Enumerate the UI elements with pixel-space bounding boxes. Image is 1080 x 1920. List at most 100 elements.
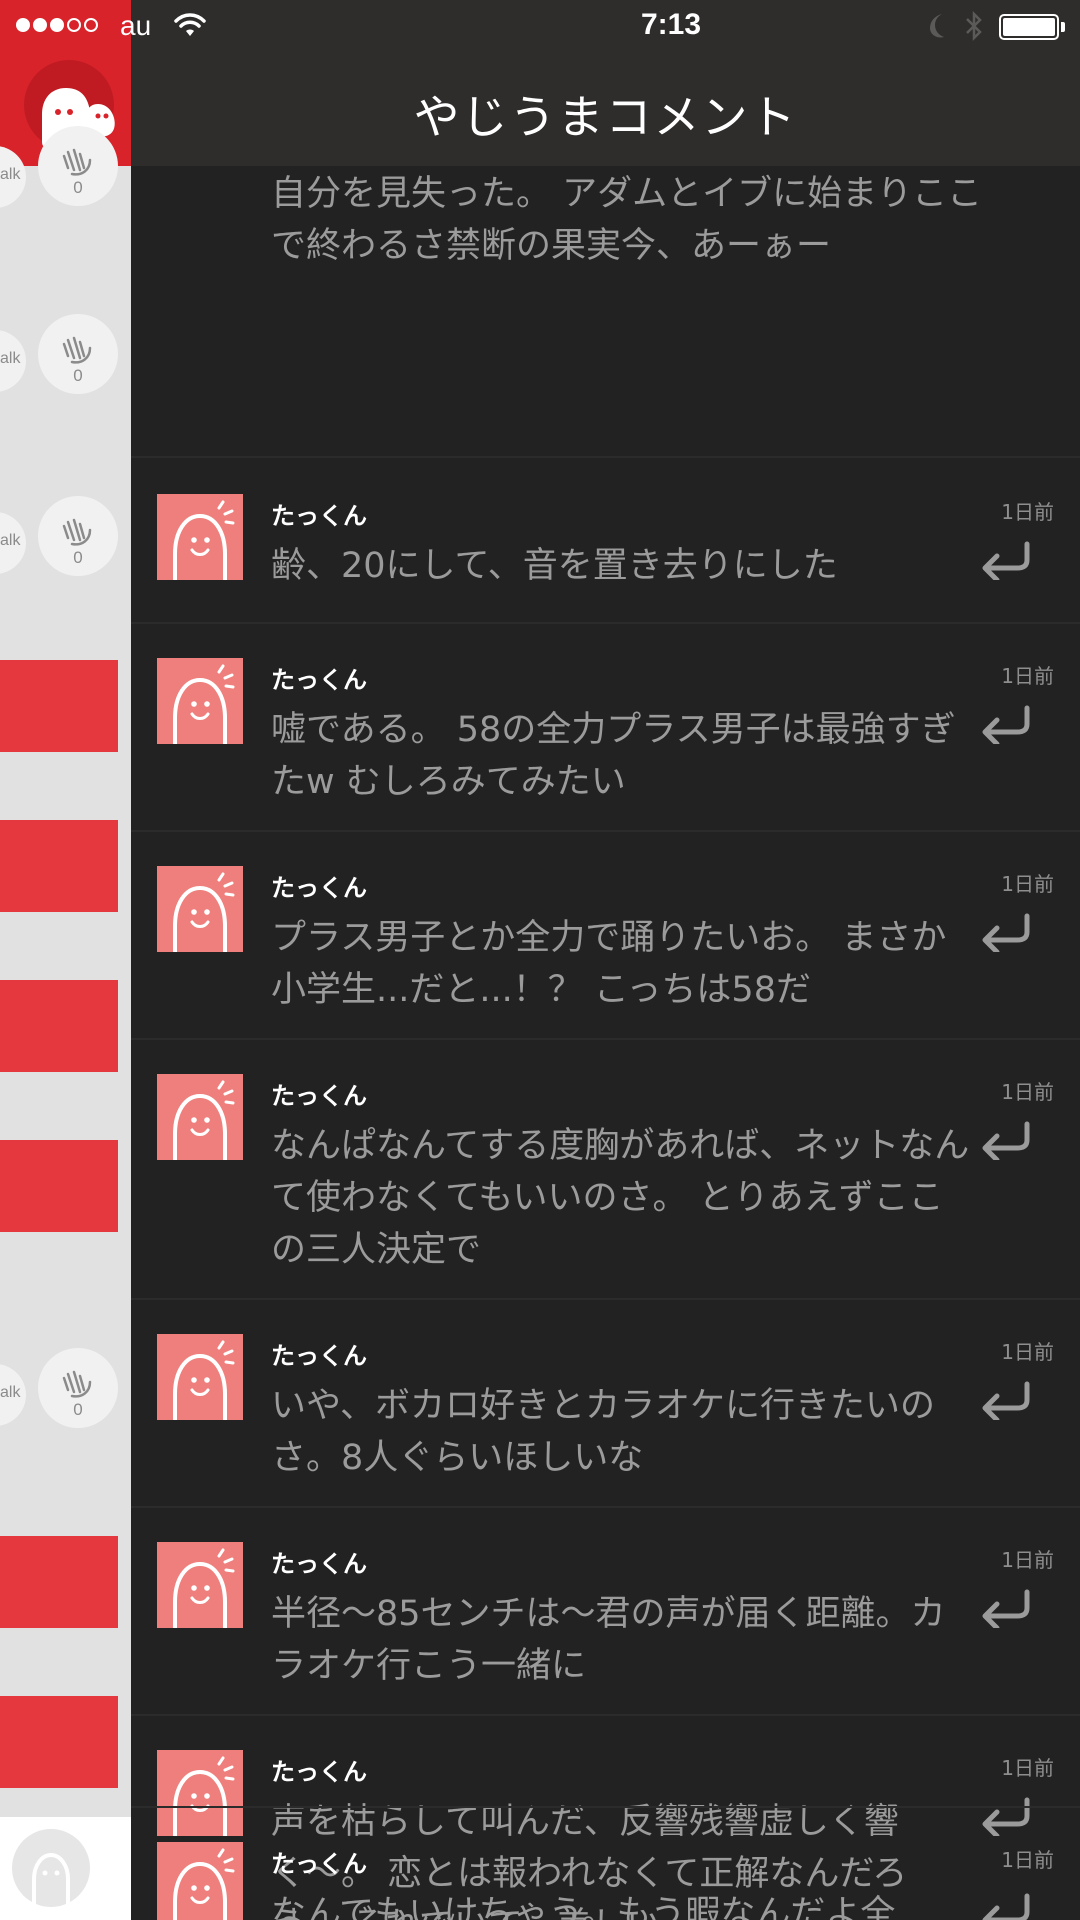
my-profile-box[interactable] — [0, 1817, 131, 1920]
reply-icon[interactable] — [977, 540, 1033, 580]
wifi-icon — [174, 13, 206, 36]
user-avatar[interactable] — [157, 1334, 243, 1420]
comment-username[interactable]: たっくん — [271, 1752, 367, 1787]
clap-count: 0 — [73, 366, 83, 385]
reply-icon[interactable] — [977, 1892, 1033, 1920]
carrier-name: au — [120, 10, 152, 41]
clap-button[interactable]: 0 — [38, 496, 118, 576]
talk-label: alk — [0, 532, 21, 549]
comment-time: 1日前 — [1001, 1080, 1054, 1104]
app-screen: alk 0 alk 0 alk 0 alk 0 7:13 au やじうまコメント… — [0, 0, 1080, 1920]
battery-tip — [1061, 22, 1065, 32]
user-avatar[interactable] — [157, 866, 243, 952]
clap-count: 0 — [73, 178, 83, 197]
status-bar: 7:13 — [131, 0, 1080, 55]
smiling-person-icon — [173, 500, 235, 580]
red-bubble-tab[interactable] — [0, 1696, 118, 1788]
smiling-person-icon — [173, 1548, 235, 1628]
comment-time: 1日前 — [1001, 500, 1054, 524]
talk-label: alk — [0, 1384, 21, 1401]
do-not-disturb-moon-icon — [930, 14, 944, 38]
comment-text: なんでもいけちゃう。もう暇なんだよ全 — [271, 1894, 896, 1920]
clap-icon — [62, 1370, 92, 1398]
comment-text: 齢、20にして、音を置き去りにした — [271, 546, 838, 586]
reply-icon[interactable] — [977, 912, 1033, 952]
comment-username[interactable]: たっくん — [271, 1076, 367, 1111]
clap-icon — [62, 518, 92, 546]
reply-icon[interactable] — [977, 1380, 1033, 1420]
smiling-person-icon — [173, 872, 235, 952]
clap-count: 0 — [73, 1400, 83, 1419]
comment-item: たっくん 1日前 プラス男子とか全力で踊りたいお。 まさか小学生...だと...… — [131, 830, 1080, 1010]
page-title: やじうまコメント — [413, 90, 798, 144]
comment-time: 1日前 — [1001, 1340, 1054, 1364]
clap-button[interactable]: 0 — [38, 314, 118, 394]
status-bar-left — [0, 0, 131, 55]
smiling-person-icon — [173, 1848, 235, 1920]
clap-icon — [62, 148, 92, 176]
comment-username[interactable]: たっくん — [271, 660, 367, 695]
red-bubble-tab[interactable] — [0, 660, 118, 752]
bluetooth-icon — [966, 10, 982, 42]
comment-item: たっくん 1日前 嘘である。 58の全力プラス男子は最強すぎたw むしろみてみた… — [131, 622, 1080, 802]
battery-icon — [999, 14, 1059, 40]
red-bubble-tab[interactable] — [0, 980, 118, 1072]
partial-comment-text: 自分を見失った。 アダムとイブに始まりここで終わるさ禁断の果実今、あーぁー — [271, 174, 983, 266]
smiling-person-icon — [173, 1080, 235, 1160]
comment-time: 1日前 — [1001, 664, 1054, 688]
signal-strength-icon — [16, 18, 98, 32]
comment-item: たっくん 1日前 齢、20にして、音を置き去りにした — [131, 456, 1080, 586]
red-bubble-tab[interactable] — [0, 820, 118, 912]
user-avatar[interactable] — [157, 494, 243, 580]
side-row: alk 0 — [0, 1348, 131, 1474]
side-row: alk 0 — [0, 314, 131, 440]
talk-button[interactable]: alk — [0, 1364, 26, 1426]
user-avatar[interactable] — [157, 658, 243, 744]
reply-icon[interactable] — [977, 704, 1033, 744]
comment-time: 1日前 — [1001, 1548, 1054, 1572]
clap-button[interactable]: 0 — [38, 126, 118, 206]
comment-username[interactable]: たっくん — [271, 1544, 367, 1579]
talk-label: alk — [0, 350, 21, 367]
comment-text: 半径〜85センチは〜君の声が届く距離。カラオケ行こう一緒に — [271, 1594, 946, 1686]
side-row: alk 0 — [0, 126, 131, 276]
comment-item: たっくん 1日前 半径〜85センチは〜君の声が届く距離。カラオケ行こう一緒に — [131, 1506, 1080, 1686]
user-avatar[interactable] — [157, 1542, 243, 1628]
comment-username[interactable]: たっくん — [271, 496, 367, 531]
user-avatar[interactable] — [157, 1842, 243, 1920]
comment-text: 嘘である。 58の全力プラス男子は最強すぎたw むしろみてみたい — [271, 710, 956, 802]
smiling-person-icon — [173, 664, 235, 744]
side-panel: alk 0 alk 0 alk 0 alk 0 — [0, 0, 131, 1920]
comment-item: たっくん 1日前 なんぱなんてする度胸があれば、ネットなんて使わなくてもいいのさ… — [131, 1038, 1080, 1270]
comment-username[interactable]: たっくん — [271, 1336, 367, 1371]
comment-time: 1日前 — [1001, 1756, 1054, 1780]
reply-icon[interactable] — [977, 1120, 1033, 1160]
comment-list[interactable]: 自分を見失った。 アダムとイブに始まりここで終わるさ禁断の果実今、あーぁー たっ… — [131, 166, 1080, 1920]
comment-text: プラス男子とか全力で踊りたいお。 まさか小学生...だと...！？ こっちは58… — [271, 918, 947, 1010]
user-avatar[interactable] — [157, 1074, 243, 1160]
comment-text: なんぱなんてする度胸があれば、ネットなんて使わなくてもいいのさ。 とりあえずここ… — [271, 1126, 970, 1270]
comment-username[interactable]: たっくん — [271, 868, 367, 903]
talk-button[interactable]: alk — [0, 512, 26, 574]
comment-item: たっくん 1日前 いや、ボカロ好きとカラオケに行きたいのさ。8人ぐらいほしいな — [131, 1298, 1080, 1478]
user-silhouette-icon — [32, 1852, 70, 1907]
talk-label: alk — [0, 166, 21, 183]
navigation-header: やじうまコメント — [131, 55, 1080, 166]
red-bubble-tab[interactable] — [0, 1140, 118, 1232]
comment-item: たっくん 1日前 なんでもいけちゃう。もう暇なんだよ全 — [131, 1806, 1080, 1920]
talk-button[interactable]: alk — [0, 330, 26, 392]
reply-icon[interactable] — [977, 1588, 1033, 1628]
comment-time: 1日前 — [1001, 1848, 1054, 1872]
clap-button[interactable]: 0 — [38, 1348, 118, 1428]
clap-icon — [62, 336, 92, 364]
smiling-person-icon — [173, 1340, 235, 1420]
status-time: 7:13 — [640, 8, 702, 41]
clap-count: 0 — [73, 548, 83, 567]
comment-username[interactable]: たっくん — [271, 1844, 367, 1879]
red-bubble-tab[interactable] — [0, 1536, 118, 1628]
my-avatar — [12, 1829, 90, 1907]
comment-time: 1日前 — [1001, 872, 1054, 896]
comment-item: たっくん 1日前 声を枯らして叫んだ、反響残響虚しく響く〜。 恋とは報われなくて… — [131, 1714, 1080, 1920]
comment-text: いや、ボカロ好きとカラオケに行きたいのさ。8人ぐらいほしいな — [271, 1386, 935, 1478]
side-row: alk 0 — [0, 496, 131, 622]
